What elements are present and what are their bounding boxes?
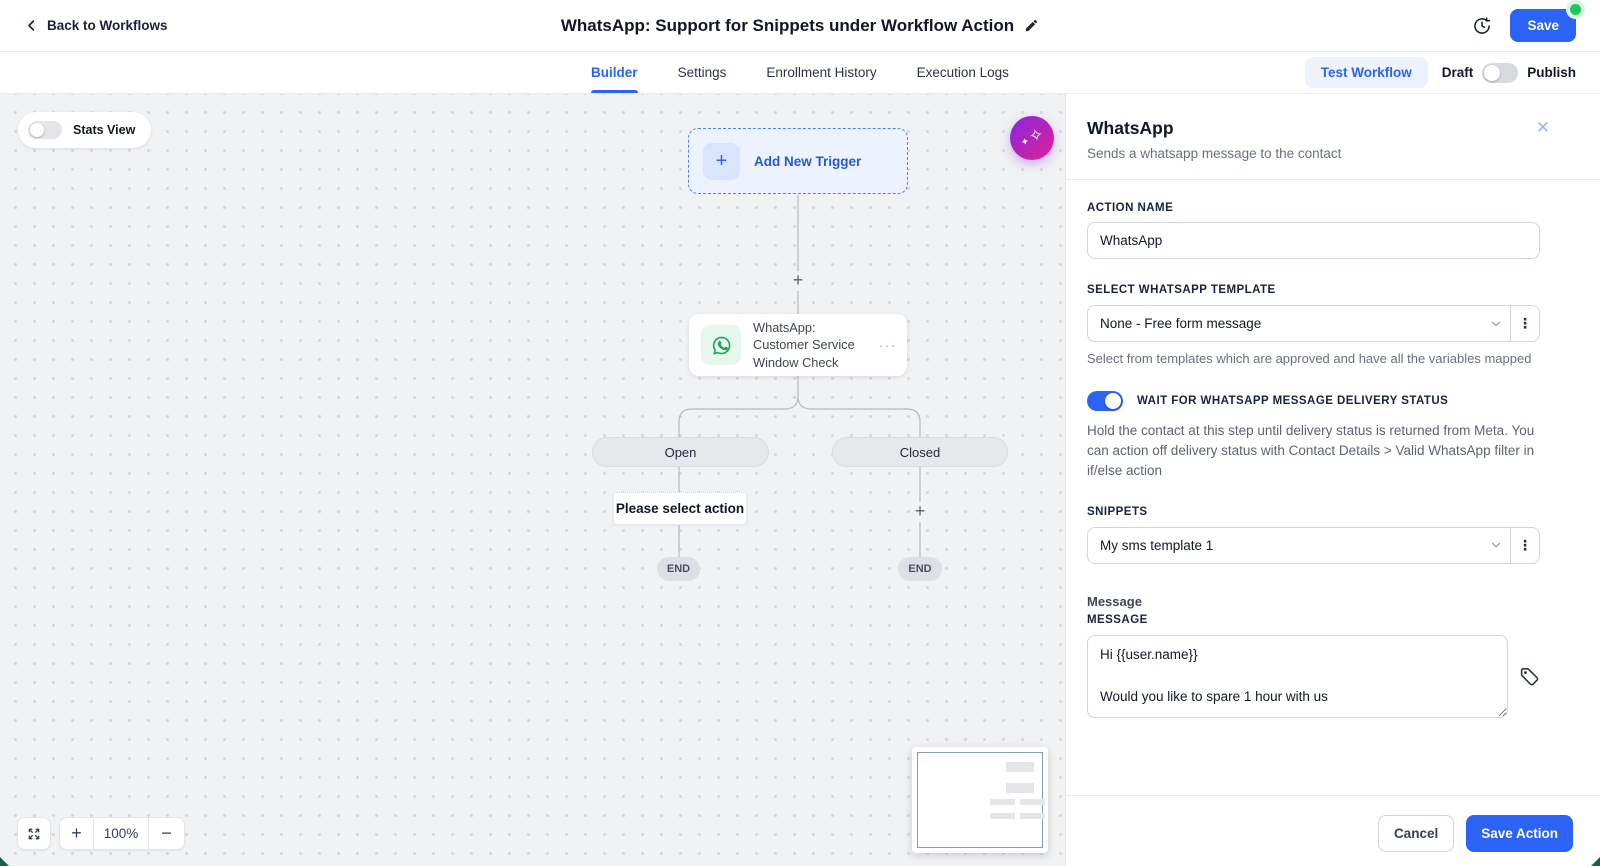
back-to-workflows-link[interactable]: Back to Workflows bbox=[24, 18, 168, 33]
tab-execution-logs[interactable]: Execution Logs bbox=[917, 52, 1009, 93]
panel-footer: Cancel Save Action bbox=[1066, 795, 1600, 866]
publish-toggle[interactable] bbox=[1482, 62, 1519, 83]
test-workflow-button[interactable]: Test Workflow bbox=[1304, 57, 1428, 88]
zoom-level: 100% bbox=[93, 818, 149, 849]
action-settings-panel: WhatsApp Sends a whatsapp message to the… bbox=[1065, 94, 1600, 866]
template-help-text: Select from templates which are approved… bbox=[1087, 351, 1532, 366]
version-history-button[interactable] bbox=[1472, 16, 1492, 36]
add-new-trigger-button[interactable]: + Add New Trigger bbox=[688, 128, 908, 194]
wait-delivery-row: WAIT FOR WHATSAPP MESSAGE DELIVERY STATU… bbox=[1087, 391, 1540, 411]
minimap-node bbox=[1006, 783, 1034, 793]
fit-view-button[interactable] bbox=[17, 817, 51, 850]
node-title: WhatsApp: Customer Service Window Check bbox=[753, 320, 855, 370]
chevron-down-icon bbox=[1482, 317, 1510, 331]
please-select-action-button[interactable]: Please select action bbox=[613, 492, 747, 525]
title-group: WhatsApp: Support for Snippets under Wor… bbox=[0, 16, 1600, 36]
edit-pencil-icon[interactable] bbox=[1024, 18, 1039, 33]
snippets-options-menu-button[interactable]: ⋮ bbox=[1510, 527, 1539, 563]
ai-assistant-button[interactable]: ✦ ✧ bbox=[1010, 116, 1054, 160]
custom-values-tag-button[interactable] bbox=[1519, 666, 1540, 687]
node-menu-button[interactable]: ··· bbox=[879, 337, 898, 353]
zoom-in-button[interactable]: + bbox=[60, 818, 93, 849]
whatsapp-template-label: SELECT WHATSAPP TEMPLATE bbox=[1087, 284, 1276, 296]
close-panel-button[interactable]: ✕ bbox=[1536, 118, 1550, 138]
draft-label: Draft bbox=[1441, 65, 1474, 80]
tab-bar: Builder Settings Enrollment History Exec… bbox=[0, 52, 1600, 94]
panel-subtitle: Sends a whatsapp message to the contact bbox=[1087, 146, 1342, 161]
stats-view-label: Stats View bbox=[73, 123, 136, 137]
add-action-plus-button[interactable]: + bbox=[788, 271, 808, 291]
minimap-node bbox=[990, 799, 1015, 805]
tag-icon bbox=[1520, 667, 1539, 686]
snippets-label: SNIPPETS bbox=[1087, 505, 1148, 518]
unsaved-status-dot bbox=[1570, 4, 1581, 15]
save-action-button[interactable]: Save Action bbox=[1466, 815, 1573, 852]
publish-control: Draft Publish bbox=[1441, 62, 1576, 83]
workflow-canvas[interactable]: Stats View ✦ ✧ + Add New Trigger + WhatsA… bbox=[0, 94, 1065, 866]
snippets-select[interactable]: My sms template 1 ⋮ bbox=[1087, 526, 1540, 564]
whatsapp-icon bbox=[701, 325, 741, 365]
snippets-value: My sms template 1 bbox=[1100, 537, 1214, 553]
expand-icon bbox=[28, 828, 40, 839]
end-node: END bbox=[898, 557, 942, 581]
tab-enrollment-history[interactable]: Enrollment History bbox=[766, 52, 876, 93]
chevron-left-icon bbox=[28, 20, 35, 31]
workflow-connectors bbox=[678, 195, 921, 557]
chevron-down-icon bbox=[1482, 538, 1510, 552]
panel-title: WhatsApp bbox=[1087, 118, 1174, 138]
wait-delivery-toggle-knob bbox=[1105, 393, 1121, 409]
tab-builder[interactable]: Builder bbox=[591, 52, 638, 93]
publish-toggle-knob bbox=[1484, 64, 1501, 81]
minimap-node bbox=[1020, 813, 1045, 819]
cancel-button[interactable]: Cancel bbox=[1377, 815, 1455, 852]
minimap[interactable] bbox=[912, 747, 1048, 853]
panel-header: WhatsApp Sends a whatsapp message to the… bbox=[1066, 94, 1600, 180]
action-name-input[interactable] bbox=[1087, 222, 1540, 259]
add-action-plus-button[interactable]: + bbox=[910, 502, 930, 522]
stats-view-control: Stats View bbox=[18, 112, 152, 148]
template-options-menu-button[interactable]: ⋮ bbox=[1510, 306, 1539, 341]
canvas-controls: + 100% − bbox=[0, 817, 185, 850]
branch-open[interactable]: Open bbox=[592, 437, 769, 467]
whatsapp-template-select[interactable]: None - Free form message ⋮ bbox=[1087, 305, 1540, 342]
zoom-out-button[interactable]: − bbox=[149, 818, 184, 849]
panel-body: ACTION NAME SELECT WHATSAPP TEMPLATE Non… bbox=[1066, 180, 1600, 795]
history-clock-icon bbox=[1474, 16, 1491, 34]
minimap-viewport bbox=[917, 752, 1045, 848]
save-label: Save bbox=[1527, 18, 1559, 33]
wait-delivery-help-text: Hold the contact at this step until deli… bbox=[1087, 423, 1535, 478]
end-node: END bbox=[657, 557, 700, 581]
workflow-node-whatsapp-check[interactable]: WhatsApp: Customer Service Window Check … bbox=[689, 314, 907, 376]
message-group-label: Message bbox=[1087, 593, 1142, 609]
whatsapp-template-value: None - Free form message bbox=[1100, 316, 1262, 331]
stats-view-toggle-knob bbox=[30, 123, 44, 137]
stats-view-toggle[interactable] bbox=[28, 121, 62, 139]
minimap-node bbox=[1020, 799, 1045, 805]
sparkle-icon: ✧ bbox=[1026, 124, 1045, 146]
message-label: MESSAGE bbox=[1087, 613, 1148, 626]
wait-delivery-label: WAIT FOR WHATSAPP MESSAGE DELIVERY STATU… bbox=[1137, 395, 1449, 407]
publish-label: Publish bbox=[1527, 65, 1576, 80]
tab-settings[interactable]: Settings bbox=[678, 52, 727, 93]
add-new-trigger-label: Add New Trigger bbox=[754, 153, 862, 169]
wait-delivery-toggle[interactable] bbox=[1087, 391, 1123, 411]
minimap-node bbox=[1006, 762, 1034, 772]
minimap-node bbox=[990, 813, 1015, 819]
back-label: Back to Workflows bbox=[47, 18, 168, 33]
plus-icon: + bbox=[703, 142, 740, 180]
top-bar: Back to Workflows WhatsApp: Support for … bbox=[0, 0, 1600, 52]
page-title: WhatsApp: Support for Snippets under Wor… bbox=[560, 15, 1015, 35]
branch-closed[interactable]: Closed bbox=[832, 437, 1008, 467]
action-name-label: ACTION NAME bbox=[1087, 202, 1174, 214]
save-button[interactable]: Save bbox=[1510, 4, 1581, 42]
message-textarea[interactable]: Hi {{user.name}} Would you like to spare… bbox=[1087, 634, 1508, 718]
zoom-controls: + 100% − bbox=[59, 817, 185, 850]
